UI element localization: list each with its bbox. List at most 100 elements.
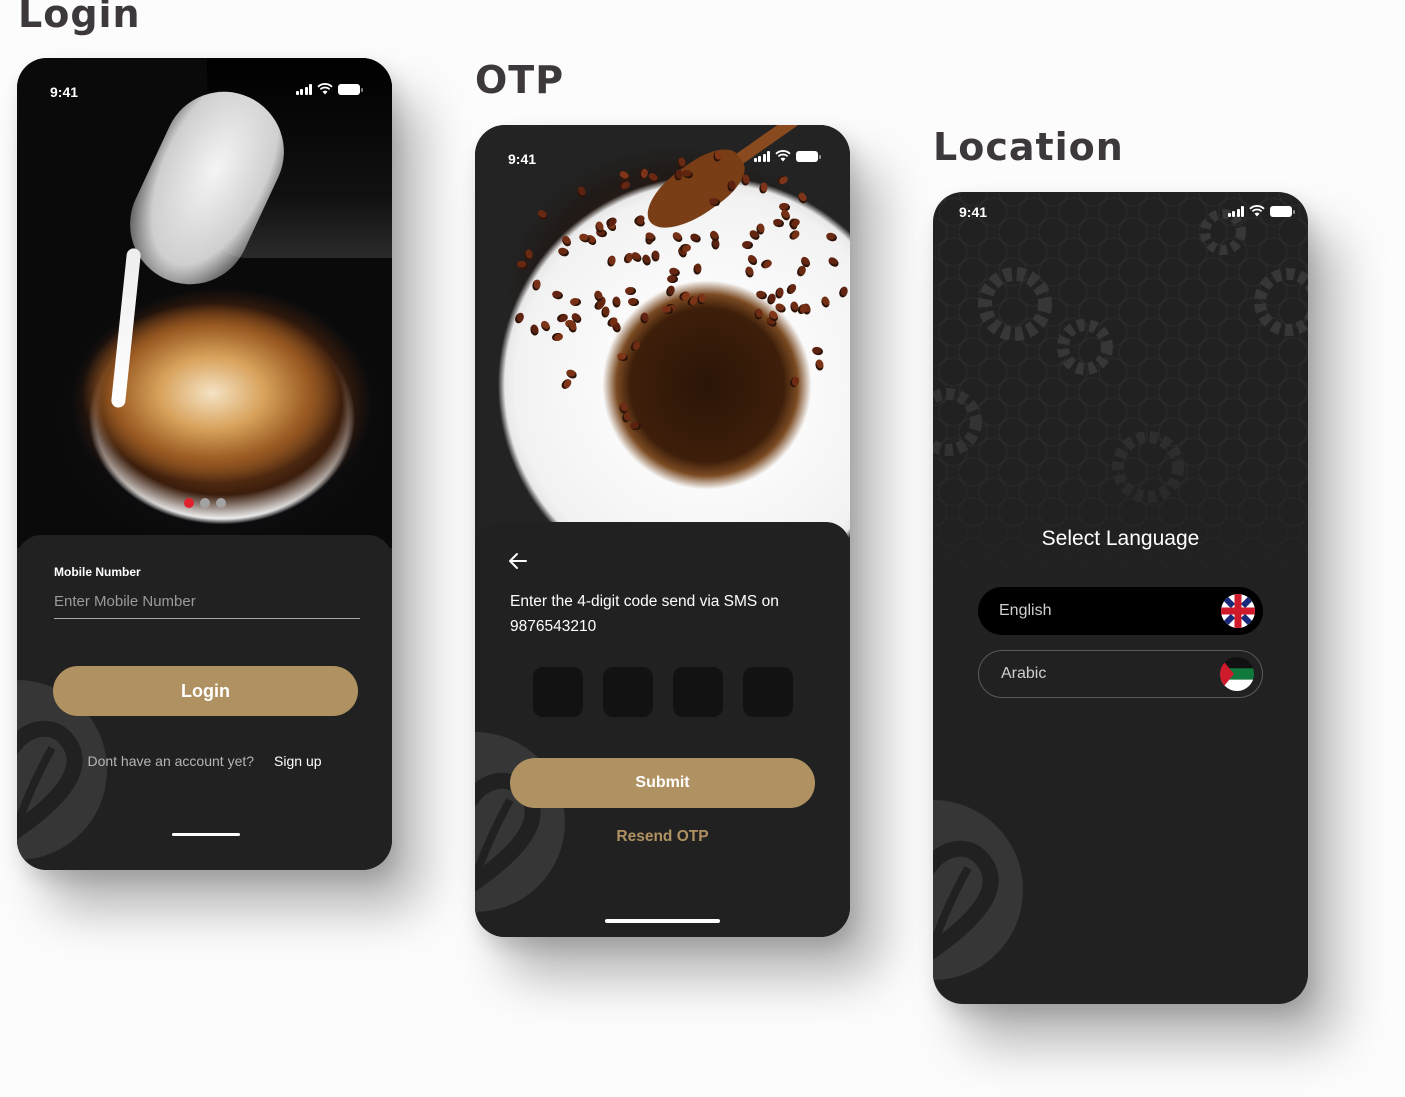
otp-screen: 9:41 Enter the 4-digit code send via SMS… [475,125,850,937]
coffee-bean [758,182,769,195]
signup-prompt: Dont have an account yet? [87,753,255,769]
language-label: Arabic [1001,665,1047,682]
coffee-bean [754,308,763,320]
status-time: 9:41 [959,204,988,220]
coffee-bean [629,338,643,353]
signal-icon [1227,205,1244,217]
coffee-bean [531,278,543,292]
coffee-bean [696,293,706,306]
latte-art-image [17,58,392,548]
carousel-dot[interactable] [199,498,210,508]
status-bar: 9:41 [933,192,1308,240]
coffee-bean [557,245,571,258]
wifi-icon [317,83,333,95]
signup-link[interactable]: Sign up [274,753,321,769]
coffee-bean [784,282,798,296]
otp-input-group [533,667,793,717]
battery-icon [338,83,363,95]
coffee-bean [559,377,574,391]
mobile-number-input[interactable] [54,585,360,619]
coffee-bean [536,208,550,223]
otp-digit-4[interactable] [743,667,793,717]
coffee-bean [612,296,622,308]
coffee-bean [550,289,564,302]
milk-stream-graphic [110,247,142,409]
login-screen: 9:41 Mobile Number Login Dont have an ac… [17,58,392,870]
wifi-icon [775,150,791,162]
coffee-bean [824,230,838,243]
status-bar: 9:41 [17,58,392,106]
otp-instruction: Enter the 4-digit code send via SMS on 9… [510,589,820,639]
select-language-title: Select Language [1041,527,1200,550]
signup-row: Dont have an account yet? Sign up [17,753,392,769]
language-option-arabic[interactable]: Arabic [978,650,1263,698]
language-screen: 9:41 Select Language English Arabic [933,192,1308,1004]
brand-logo-watermark [933,800,1023,980]
coffee-bean [513,311,526,325]
coffee-bean [629,421,641,431]
otp-instruction-text: Enter the 4-digit code send via SMS on [510,593,779,610]
coffee-bean [551,332,564,342]
status-time: 9:41 [508,151,537,167]
home-indicator [172,833,240,836]
coffee-bean [651,250,660,262]
coffee-bean [639,312,649,324]
section-title-login: Login [18,0,141,36]
coffee-bean [627,297,640,307]
resend-otp-link[interactable]: Resend OTP [475,828,850,846]
coffee-bean [814,358,825,371]
carousel-indicator [17,498,392,508]
coffee-bean [689,231,703,245]
otp-digit-3[interactable] [673,667,723,717]
coffee-bean [605,254,617,268]
wifi-icon [1249,205,1265,217]
signal-icon [753,150,770,162]
signal-icon [295,83,312,95]
coffee-bean [796,191,809,206]
coffee-bean [776,174,790,186]
language-option-english[interactable]: English [978,587,1263,635]
status-time: 9:41 [50,84,79,100]
coffee-bean [523,249,533,262]
coffee-bean [671,230,685,245]
coffee-bean [665,284,677,298]
coffee-bean [516,259,530,271]
coffee-bean [837,285,850,299]
coffee-bean [560,233,573,248]
mobile-number-label: Mobile Number [54,565,141,579]
otp-form-sheet: Enter the 4-digit code send via SMS on 9… [475,522,850,937]
coffee-bean [741,174,751,186]
coffee-bean [576,185,587,198]
coffee-heart-icon [933,840,999,960]
otp-digit-2[interactable] [603,667,653,717]
coffee-bean [760,258,774,271]
otp-digit-1[interactable] [533,667,583,717]
coffee-bean [745,253,759,267]
coffee-bean [624,287,636,296]
login-button[interactable]: Login [53,666,358,716]
palestine-flag-icon [1220,657,1254,691]
coffee-bean [630,250,644,265]
coffee-bean [640,253,652,267]
back-arrow-icon[interactable] [507,550,529,572]
coffee-bean [529,323,540,337]
coffee-bean [569,297,581,306]
coffee-bean [826,255,841,269]
coffee-bean [744,265,755,279]
coffee-bean [820,295,832,309]
carousel-dot-active[interactable] [183,498,194,508]
coffee-bean [787,228,802,242]
coffee-bean [811,346,824,357]
coffee-bean [618,180,631,190]
carousel-dot[interactable] [215,498,226,508]
coffee-bean [788,374,801,389]
submit-button[interactable]: Submit [510,758,815,808]
language-label: English [999,602,1052,619]
coffee-bean [692,263,702,276]
section-title-location: Location [933,125,1124,169]
coffee-beans-image [475,125,850,545]
section-title-otp: OTP [475,58,565,102]
login-form-sheet: Mobile Number Login Dont have an account… [17,535,392,870]
coffee-bean [679,243,692,253]
coffee-bean [726,180,737,193]
